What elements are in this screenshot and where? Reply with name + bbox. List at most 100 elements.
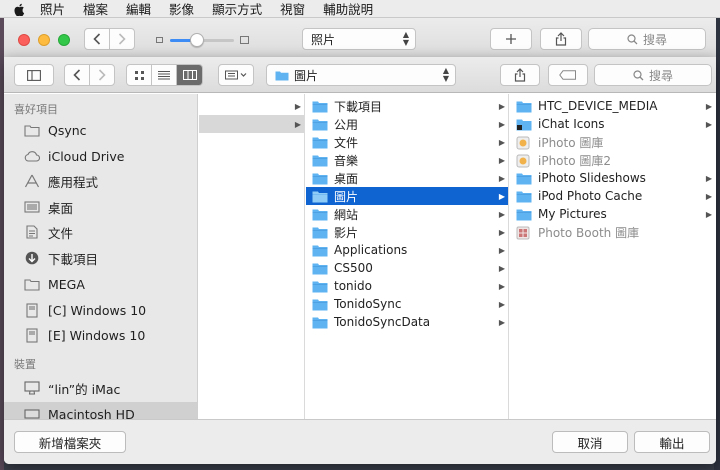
menu-item-help[interactable]: 輔助說明 <box>323 0 373 18</box>
list-icon <box>158 71 170 80</box>
imac-icon <box>24 381 40 395</box>
photo-library-icon <box>516 154 532 167</box>
folder-label: 網站 <box>334 207 359 222</box>
photos-search-field[interactable]: 搜尋 <box>588 28 706 50</box>
sidebar-item-macintosh-hd[interactable]: Macintosh HD <box>4 402 197 419</box>
list-view-button[interactable] <box>152 65 177 85</box>
sidebar-item-c-windows[interactable]: [C] Windows 10 <box>4 298 197 322</box>
column1-row[interactable]: ▶ <box>199 97 304 115</box>
dialog-search-field[interactable]: 搜尋 <box>594 64 712 86</box>
list-item-photo-booth-library[interactable]: Photo Booth 圖庫 <box>510 223 716 241</box>
list-item-cs500[interactable]: CS500 ▶ <box>306 259 508 277</box>
dialog-back-button[interactable] <box>64 64 90 86</box>
path-select[interactable]: 照片 ▲ ▼ <box>302 28 416 50</box>
new-folder-button[interactable]: 新增檔案夾 <box>14 431 126 453</box>
add-button[interactable] <box>490 28 532 50</box>
list-item-iphoto-library[interactable]: iPhoto 圖庫 <box>510 133 716 151</box>
zoom-window-button[interactable] <box>58 34 70 46</box>
sidebar-item-label: [C] Windows 10 <box>48 302 147 318</box>
sidebar-item-imac[interactable]: “lin”的 iMac <box>4 376 197 400</box>
sidebar-item-qsync[interactable]: Qsync <box>4 118 197 142</box>
sidebar-item-label: MEGA <box>48 276 85 292</box>
list-item-iphoto-library-2[interactable]: iPhoto 圖庫2 <box>510 151 716 169</box>
menu-item-view[interactable]: 顯示方式 <box>212 0 262 18</box>
minimize-window-button[interactable] <box>38 34 50 46</box>
list-item-public[interactable]: 公用 ▶ <box>306 115 508 133</box>
column1-row-selected[interactable]: ▶ <box>199 115 304 133</box>
dialog-forward-button[interactable] <box>89 64 115 86</box>
back-button[interactable] <box>84 28 110 50</box>
list-item-desktop[interactable]: 桌面 ▶ <box>306 169 508 187</box>
arrange-menu-button[interactable] <box>218 64 254 86</box>
list-item-my-pictures[interactable]: My Pictures ▶ <box>510 205 716 223</box>
folder-label: My Pictures <box>538 207 607 221</box>
list-item-ichat-icons[interactable]: iChat Icons ▶ <box>510 115 716 133</box>
list-item-tonidosync[interactable]: TonidoSync ▶ <box>306 295 508 313</box>
photo-library-icon <box>516 136 532 149</box>
sidebar-header-devices: 裝置 <box>14 358 36 371</box>
ichat-folder-icon <box>516 118 532 131</box>
list-item-downloads[interactable]: 下載項目 ▶ <box>306 97 508 115</box>
export-button[interactable]: 輸出 <box>634 431 710 453</box>
tag-button[interactable] <box>548 64 588 86</box>
menu-item-file[interactable]: 檔案 <box>83 0 108 18</box>
folder-icon <box>516 172 532 185</box>
menu-item-photos[interactable]: 照片 <box>40 0 65 18</box>
folder-label: tonido <box>334 279 372 293</box>
list-item-documents[interactable]: 文件 ▶ <box>306 133 508 151</box>
list-item-tonido[interactable]: tonido ▶ <box>306 277 508 295</box>
folder-icon <box>312 172 328 185</box>
list-item-music[interactable]: 音樂 ▶ <box>306 151 508 169</box>
sidebar-item-downloads[interactable]: 下載項目 <box>4 246 197 270</box>
folder-label: 音樂 <box>334 153 359 168</box>
share-icon <box>514 68 526 82</box>
list-item-htc-device-media[interactable]: HTC_DEVICE_MEDIA ▶ <box>510 97 716 115</box>
menu-item-window[interactable]: 視窗 <box>280 0 305 18</box>
apple-icon[interactable] <box>14 3 26 16</box>
arrange-icon <box>225 70 247 80</box>
close-window-button[interactable] <box>18 34 30 46</box>
sidebar-item-e-windows[interactable]: [E] Windows 10 <box>4 323 197 347</box>
location-select[interactable]: 圖片 ▲ ▼ <box>266 64 456 86</box>
menu-item-edit[interactable]: 編輯 <box>126 0 151 18</box>
chevron-left-icon <box>93 33 101 45</box>
list-item-applications[interactable]: Applications ▶ <box>306 241 508 259</box>
list-item-movies[interactable]: 影片 ▶ <box>306 223 508 241</box>
menu-item-image[interactable]: 影像 <box>169 0 194 18</box>
column-view-button[interactable] <box>177 65 202 85</box>
sidebar-item-icloud-drive[interactable]: iCloud Drive <box>4 144 197 168</box>
disclosure-arrow-icon: ▶ <box>498 227 505 237</box>
dialog-share-button[interactable] <box>500 64 540 86</box>
sidebar-item-applications[interactable]: 應用程式 <box>4 169 197 193</box>
zoom-slider[interactable] <box>156 32 250 48</box>
path-select-label: 照片 <box>311 32 336 47</box>
drive-icon <box>24 302 40 318</box>
search-icon <box>627 33 638 44</box>
folder-icon <box>312 226 328 239</box>
sidebar: 喜好項目 Qsync iCloud Drive 應用程式 桌面 文件 下載項目 … <box>4 94 198 419</box>
view-mode-selector[interactable] <box>126 64 203 86</box>
chevron-left-icon <box>73 69 81 81</box>
list-item-iphoto-slideshows[interactable]: iPhoto Slideshows ▶ <box>510 169 716 187</box>
slider-knob[interactable] <box>190 33 204 47</box>
list-item-sites[interactable]: 網站 ▶ <box>306 205 508 223</box>
drive-icon <box>24 327 40 343</box>
forward-button[interactable] <box>109 28 135 50</box>
cancel-button[interactable]: 取消 <box>552 431 628 453</box>
share-button[interactable] <box>540 28 582 50</box>
sidebar-item-documents[interactable]: 文件 <box>4 220 197 244</box>
sidebar-item-desktop[interactable]: 桌面 <box>4 195 197 219</box>
list-item-ipod-photo-cache[interactable]: iPod Photo Cache ▶ <box>510 187 716 205</box>
sidebar-item-label: iCloud Drive <box>48 148 125 164</box>
menu-bar: 照片 檔案 編輯 影像 顯示方式 視窗 輔助說明 <box>0 0 720 18</box>
sidebar-header-favorites: 喜好項目 <box>14 103 58 116</box>
sidebar-item-label: 文件 <box>48 225 74 241</box>
folder-label: 桌面 <box>334 171 359 186</box>
list-item-pictures[interactable]: 圖片 ▶ <box>306 187 508 205</box>
folder-icon <box>312 280 328 293</box>
sidebar-item-mega[interactable]: MEGA <box>4 272 197 296</box>
sidebar-toggle-button[interactable] <box>14 64 54 86</box>
folder-icon <box>516 208 532 221</box>
icon-view-button[interactable] <box>127 65 152 85</box>
list-item-tonidosyncdata[interactable]: TonidoSyncData ▶ <box>306 313 508 331</box>
